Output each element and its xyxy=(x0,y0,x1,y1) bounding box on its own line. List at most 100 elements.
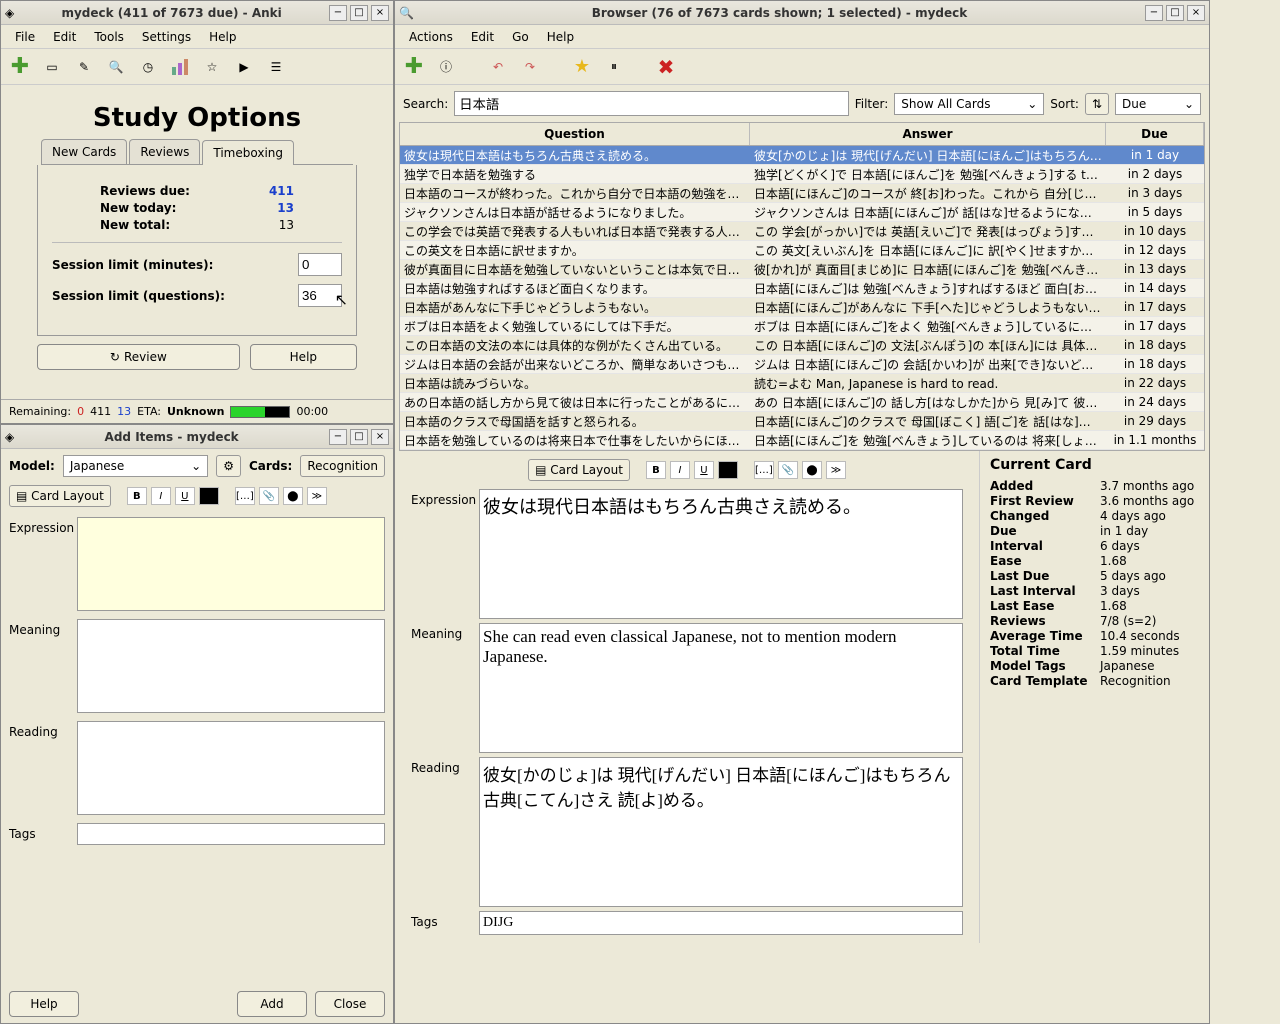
model-combo[interactable]: Japanese⌄ xyxy=(63,455,208,477)
delete-icon[interactable]: ✖ xyxy=(655,56,677,78)
add-icon[interactable]: ✚ xyxy=(403,56,425,78)
menu-actions[interactable]: Actions xyxy=(401,28,461,46)
table-row[interactable]: 日本語のクラスで母国語を話すと怒られる。日本語[にほんご]のクラスで 母国[ぼこ… xyxy=(400,412,1204,431)
session-limit-q-input[interactable] xyxy=(298,284,342,307)
tab-reviews[interactable]: Reviews xyxy=(129,139,200,164)
record-button[interactable]: ⬤ xyxy=(802,461,822,479)
add-icon[interactable]: ✚ xyxy=(9,56,31,78)
reading-field[interactable] xyxy=(77,721,385,815)
more-button[interactable]: ≫ xyxy=(307,487,327,505)
underline-button[interactable]: U xyxy=(694,461,714,479)
menu-edit[interactable]: Edit xyxy=(463,28,502,46)
play-icon[interactable]: ▶ xyxy=(233,56,255,78)
table-row[interactable]: 独学で日本語を勉強する独学[どくがく]で 日本語[にほんご]を 勉強[べんきょう… xyxy=(400,165,1204,184)
star-icon[interactable]: ★ xyxy=(571,56,593,78)
reading-field[interactable]: 彼女[かのじょ]は 現代[げんだい] 日本語[にほんご]はもちろん 古典[こてん… xyxy=(479,757,963,907)
session-limit-min-input[interactable] xyxy=(298,253,342,276)
table-row[interactable]: この学会では英語で発表する人もいれば日本語で発表する人もいる。この 学会[がっか… xyxy=(400,222,1204,241)
help-button[interactable]: Help xyxy=(9,991,79,1017)
sort-order-button[interactable]: ⇅ xyxy=(1085,93,1109,115)
close-button[interactable]: × xyxy=(1187,5,1205,21)
col-answer[interactable]: Answer xyxy=(750,123,1106,145)
gear-button[interactable]: ⚙ xyxy=(216,455,241,477)
help-button[interactable]: Help xyxy=(250,344,357,370)
menu-edit[interactable]: Edit xyxy=(45,28,84,46)
color-button[interactable] xyxy=(718,461,738,479)
search-icon[interactable]: 🔍 xyxy=(105,56,127,78)
minimize-button[interactable]: − xyxy=(329,5,347,21)
browser-titlebar[interactable]: 🔍 Browser (76 of 7673 cards shown; 1 sel… xyxy=(395,1,1209,25)
menu-settings[interactable]: Settings xyxy=(134,28,199,46)
meaning-field[interactable] xyxy=(77,619,385,713)
maximize-button[interactable]: □ xyxy=(1166,5,1184,21)
cloze-button[interactable]: […] xyxy=(754,461,774,479)
menu-tools[interactable]: Tools xyxy=(86,28,132,46)
undo-icon[interactable]: ↶ xyxy=(487,56,509,78)
menu-go[interactable]: Go xyxy=(504,28,537,46)
search-input[interactable] xyxy=(454,91,848,116)
cloze-button[interactable]: […] xyxy=(235,487,255,505)
card-layout-button[interactable]: ▤ Card Layout xyxy=(9,485,111,507)
timer-icon[interactable]: ◷ xyxy=(137,56,159,78)
menu-help[interactable]: Help xyxy=(539,28,582,46)
table-row[interactable]: ジャクソンさんは日本語が話せるようになりました。ジャクソンさんは 日本語[にほん… xyxy=(400,203,1204,222)
bold-button[interactable]: B xyxy=(646,461,666,479)
stats-icon[interactable] xyxy=(169,56,191,78)
add-titlebar[interactable]: ◈ Add Items - mydeck − □ × xyxy=(1,425,393,449)
filter-combo[interactable]: Show All Cards⌄ xyxy=(894,93,1044,115)
italic-button[interactable]: I xyxy=(670,461,690,479)
expression-field[interactable]: 彼女は現代日本語はもちろん古典さえ読める。 xyxy=(479,489,963,619)
cards-button[interactable]: Recognition xyxy=(300,455,385,477)
close-button[interactable]: × xyxy=(371,429,389,445)
study-titlebar[interactable]: ◈ mydeck (411 of 7673 due) - Anki − □ × xyxy=(1,1,393,25)
col-due[interactable]: Due xyxy=(1106,123,1204,145)
tab-timeboxing[interactable]: Timeboxing xyxy=(202,140,294,165)
table-row[interactable]: 日本語は勉強すればするほど面白くなります。日本語[にほんご]は 勉強[べんきょう… xyxy=(400,279,1204,298)
table-row[interactable]: 彼女は現代日本語はもちろん古典さえ読める。彼女[かのじょ]は 現代[げんだい] … xyxy=(400,146,1204,165)
card-layout-button[interactable]: ▤ Card Layout xyxy=(528,459,630,481)
more-button[interactable]: ≫ xyxy=(826,461,846,479)
minimize-button[interactable]: − xyxy=(329,429,347,445)
add-button[interactable]: Add xyxy=(237,991,307,1017)
minimize-button[interactable]: − xyxy=(1145,5,1163,21)
maximize-button[interactable]: □ xyxy=(350,429,368,445)
info-icon[interactable]: ⓘ xyxy=(435,56,457,78)
cards-icon[interactable]: ▭ xyxy=(41,56,63,78)
table-row[interactable]: この英文を日本語に訳せますか。この 英文[えいぶん]を 日本語[にほんご]に 訳… xyxy=(400,241,1204,260)
list-icon[interactable]: ☰ xyxy=(265,56,287,78)
underline-button[interactable]: U xyxy=(175,487,195,505)
meaning-field[interactable]: She can read even classical Japanese, no… xyxy=(479,623,963,753)
close-button[interactable]: Close xyxy=(315,991,385,1017)
attach-button[interactable]: 📎 xyxy=(778,461,798,479)
attach-button[interactable]: 📎 xyxy=(259,487,279,505)
maximize-button[interactable]: □ xyxy=(350,5,368,21)
tags-field[interactable] xyxy=(77,823,385,845)
table-row[interactable]: ボブは日本語をよく勉強しているにしては下手だ。ボブは 日本語[にほんご]をよく … xyxy=(400,317,1204,336)
italic-button[interactable]: I xyxy=(151,487,171,505)
star-icon[interactable]: ☆ xyxy=(201,56,223,78)
color-button[interactable] xyxy=(199,487,219,505)
expression-field[interactable] xyxy=(77,517,385,611)
table-row[interactable]: あの日本語の話し方から見て彼は日本に行ったことがあるに違いない。…あの 日本語[… xyxy=(400,393,1204,412)
table-row[interactable]: 日本語のコースが終わった。これから自分で日本語の勉強を続けるつ…日本語[にほんご… xyxy=(400,184,1204,203)
eta-value: Unknown xyxy=(167,405,224,418)
bold-button[interactable]: B xyxy=(127,487,147,505)
table-row[interactable]: ジムは日本語の会話が出来ないどころか、簡単なあいさつも出来ない。ジムは 日本語[… xyxy=(400,355,1204,374)
table-row[interactable]: 日本語を勉強しているのは将来日本で仕事をしたいからにほかならな…日本語[にほんご… xyxy=(400,431,1204,450)
table-row[interactable]: 日本語は読みづらいな。読む=よむ Man, Japanese is hard t… xyxy=(400,374,1204,393)
col-question[interactable]: Question xyxy=(400,123,750,145)
tab-new-cards[interactable]: New Cards xyxy=(41,139,127,164)
menu-help[interactable]: Help xyxy=(201,28,244,46)
edit-icon[interactable]: ✎ xyxy=(73,56,95,78)
pause-icon[interactable]: ⏸ xyxy=(603,56,625,78)
close-button[interactable]: × xyxy=(371,5,389,21)
sort-combo[interactable]: Due⌄ xyxy=(1115,93,1201,115)
redo-icon[interactable]: ↷ xyxy=(519,56,541,78)
table-row[interactable]: 彼が真面目に日本語を勉強していないということは本気で日本で仕事…彼[かれ]が 真… xyxy=(400,260,1204,279)
table-row[interactable]: この日本語の文法の本には具体的な例がたくさん出ている。この 日本語[にほんご]の… xyxy=(400,336,1204,355)
table-row[interactable]: 日本語があんなに下手じゃどうしようもない。日本語[にほんご]があんなに 下手[へ… xyxy=(400,298,1204,317)
tags-field[interactable]: DIJG xyxy=(479,911,963,935)
review-button[interactable]: ↻Review xyxy=(37,344,240,370)
record-button[interactable]: ⬤ xyxy=(283,487,303,505)
menu-file[interactable]: File xyxy=(7,28,43,46)
